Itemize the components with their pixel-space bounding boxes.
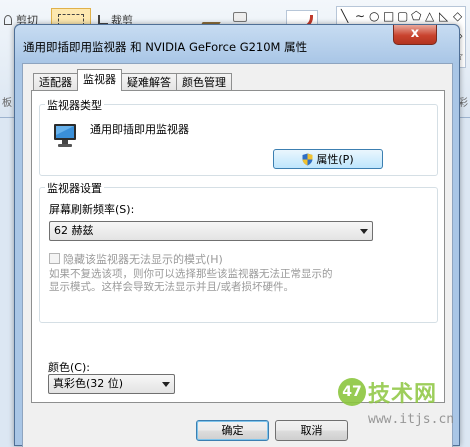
eraser-icon[interactable] — [233, 12, 247, 22]
pencil-icon[interactable] — [201, 12, 227, 24]
hide-modes-description-line1: 如果不复选该项，则你可以选择那些该监视器无法正常显示的 — [49, 268, 333, 280]
diamond-shape-icon[interactable]: ◇ — [453, 9, 462, 23]
properties-button[interactable]: 属性(P) — [273, 149, 383, 169]
hide-modes-checkbox[interactable] — [49, 253, 60, 264]
hide-modes-label: 隐藏该监视器无法显示的模式(H) — [63, 253, 223, 266]
colors-label: 颜色(C): — [48, 361, 90, 374]
line-shape-icon[interactable]: ╲ — [341, 9, 348, 23]
monitor-settings-group: 监视器设置 屏幕刷新频率(S): 62 赫兹 隐藏该监视器无法显示的模式(H) … — [39, 180, 438, 323]
monitor-settings-group-title: 监视器设置 — [45, 180, 104, 196]
curve-shape-icon[interactable]: ∼ — [355, 9, 365, 23]
refresh-rate-value: 62 赫兹 — [54, 224, 94, 237]
monitor-name: 通用即插即用监视器 — [90, 123, 189, 136]
properties-button-label: 属性(P) — [316, 153, 354, 166]
polygon-shape-icon[interactable]: ⬠ — [411, 9, 421, 23]
monitor-icon — [54, 124, 76, 147]
dialog-client-area: 适配器 监视器 疑难解答 颜色管理 监视器类型 通用即插即用监视器 属性(P) … — [22, 63, 453, 447]
monitor-type-group-title: 监视器类型 — [45, 97, 104, 113]
colors-value: 真彩色(32 位) — [53, 377, 124, 390]
rounded-rectangle-shape-icon[interactable]: ▢ — [397, 9, 408, 23]
tab-adapter[interactable]: 适配器 — [33, 73, 78, 91]
tab-color-management[interactable]: 颜色管理 — [176, 73, 232, 91]
chevron-down-icon — [162, 382, 170, 387]
monitor-type-group: 监视器类型 通用即插即用监视器 属性(P) — [39, 97, 438, 176]
right-triangle-shape-icon[interactable]: ◺ — [439, 9, 448, 23]
colors-select[interactable]: 真彩色(32 位) — [48, 374, 175, 394]
scissors-icon — [4, 15, 12, 25]
close-icon: x — [410, 26, 420, 41]
tab-troubleshoot[interactable]: 疑难解答 — [121, 73, 177, 91]
properties-dialog: 通用即插即用监视器 和 NVIDIA GeForce G210M 属性 x 适配… — [14, 24, 460, 447]
tab-strip: 适配器 监视器 疑难解答 颜色管理 — [33, 69, 232, 91]
title-bar[interactable]: 通用即插即用监视器 和 NVIDIA GeForce G210M 属性 x — [15, 25, 459, 63]
rectangle-shape-icon[interactable]: □ — [383, 9, 394, 23]
cancel-button[interactable]: 取消 — [275, 420, 348, 441]
dialog-title: 通用即插即用监视器 和 NVIDIA GeForce G210M 属性 — [23, 40, 308, 54]
hide-modes-description-line2: 显示模式。这样会导致无法显示并且/或者损坏硬件。 — [49, 281, 295, 293]
ok-button[interactable]: 确定 — [196, 420, 269, 441]
close-button[interactable]: x — [393, 25, 437, 45]
clipboard-group-label: 板 — [2, 98, 12, 109]
triangle-shape-icon[interactable]: △ — [425, 9, 434, 23]
refresh-rate-select[interactable]: 62 赫兹 — [49, 221, 373, 241]
refresh-rate-label: 屏幕刷新频率(S): — [49, 203, 135, 216]
uac-shield-icon — [302, 153, 313, 165]
chevron-down-icon — [360, 229, 368, 234]
oval-shape-icon[interactable]: ○ — [369, 9, 379, 23]
tab-monitor[interactable]: 监视器 — [77, 69, 122, 91]
monitor-tab-panel: 监视器类型 通用即插即用监视器 属性(P) 监视器设置 屏幕刷新频率(S): 6… — [31, 90, 445, 403]
